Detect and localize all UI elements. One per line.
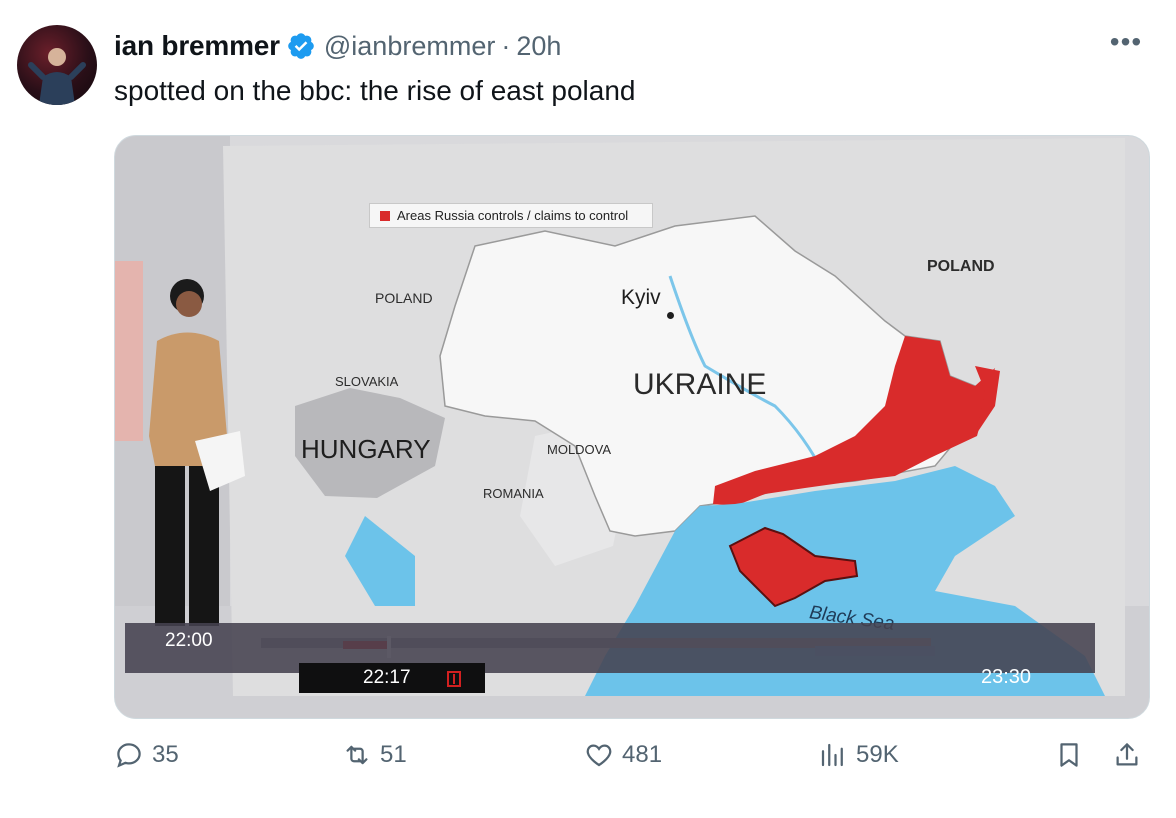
views-count: 59K — [856, 741, 899, 768]
label-poland-left: POLAND — [375, 290, 433, 306]
timestamp[interactable]: 20h — [516, 31, 561, 62]
label-poland-right: POLAND — [927, 258, 995, 275]
kyiv-marker-icon — [667, 312, 674, 319]
reply-button[interactable]: 35 — [114, 740, 179, 770]
map-legend: Areas Russia controls / claims to contro… — [369, 203, 653, 228]
label-slovakia: SLOVAKIA — [335, 374, 399, 389]
label-moldova: MOLDOVA — [547, 442, 612, 457]
label-hungary: HUNGARY — [301, 434, 431, 464]
legend-swatch-red — [380, 210, 390, 221]
avatar[interactable] — [17, 25, 97, 105]
verified-badge-icon — [286, 31, 316, 61]
bookmark-icon — [1060, 743, 1078, 767]
repost-icon — [346, 745, 368, 765]
like-button[interactable]: 481 — [584, 740, 662, 770]
views-button[interactable]: 59K — [818, 740, 899, 770]
timeline-end: 23:30 — [981, 666, 1032, 688]
reply-count: 35 — [152, 741, 179, 768]
author-name[interactable]: ian bremmer — [114, 30, 280, 62]
tweet-header: ian bremmer @ianbremmer · 20h — [114, 28, 561, 64]
timeline-bar — [125, 623, 1095, 673]
repost-button[interactable]: 51 — [342, 740, 407, 770]
timeline-start: 22:00 — [165, 630, 213, 651]
label-romania: ROMANIA — [483, 486, 544, 501]
like-count: 481 — [622, 741, 663, 768]
reply-icon — [117, 743, 141, 768]
repost-count: 51 — [380, 741, 407, 768]
timeline-current-text: 22:17 — [363, 667, 411, 688]
share-icon — [1116, 743, 1138, 766]
label-kyiv: Kyiv — [621, 286, 661, 309]
views-chart-icon — [821, 743, 843, 767]
author-handle[interactable]: @ianbremmer — [324, 31, 495, 62]
tweet-media[interactable]: Areas Russia controls / claims to contro… — [114, 135, 1150, 719]
tweet-text: spotted on the bbc: the rise of east pol… — [114, 75, 636, 106]
label-ukraine: UKRAINE — [633, 368, 767, 401]
legend-text: Areas Russia controls / claims to contro… — [397, 208, 629, 223]
action-bar: 35 51 481 59K — [114, 740, 1154, 788]
bookmark-button[interactable] — [1054, 740, 1092, 770]
avatar-portrait — [28, 48, 86, 105]
more-options-icon[interactable]: ••• — [1106, 28, 1146, 62]
live-indicator-icon — [447, 671, 461, 687]
separator-dot: · — [501, 30, 511, 61]
share-button[interactable] — [1112, 740, 1150, 770]
heart-icon — [586, 744, 612, 767]
